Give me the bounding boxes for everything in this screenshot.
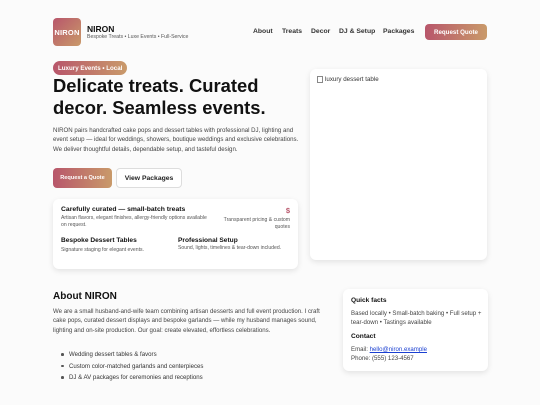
list-item: DJ & AV packages for ceremonies and rece… [61,374,203,386]
hero-image: luxury dessert table [310,69,487,260]
card-subtitle: Artisan flavors, elegant finishes, aller… [61,215,207,228]
about-text: We are a small husband-and-wife team com… [53,308,320,334]
price-symbol: $ [285,206,290,215]
about-list: Wedding dessert tables & favors Custom c… [61,351,203,386]
highlights-card: Carefully curated — small-batch treats A… [53,199,298,269]
about-title: About NIRON [53,291,117,302]
request-quote-button[interactable]: Request Quote [425,24,487,40]
request-a-quote-button[interactable]: Request a Quote [53,168,112,188]
nav-about[interactable]: About [253,28,273,35]
nav-treats[interactable]: Treats [282,28,302,35]
nav-dj-setup[interactable]: DJ & Setup [339,28,375,35]
price-note: Transparent pricing & custom quotes [223,217,290,230]
hero-badge: Luxury Events • Local [53,61,128,75]
email-link[interactable]: hello@niron.example [370,346,427,353]
image-alt-text: luxury dessert table [325,76,379,83]
phone-text: Phone: (555) 123-4567 [351,355,414,363]
feature-title-dessert-tables: Bespoke Dessert Tables [61,237,137,244]
hero-title: Delicate treats. Curated decor. Seamless… [53,75,266,118]
quick-facts-text: Based locally • Small-batch baking • Ful… [351,310,482,327]
broken-image-icon [317,76,323,83]
list-item: Custom color-matched garlands and center… [61,363,203,375]
list-item: Wedding dessert tables & favors [61,351,203,363]
brand-tagline: Bespoke Treats • Luxe Events • Full-Serv… [87,34,189,40]
nav-packages[interactable]: Packages [383,28,414,35]
brand-logo[interactable]: NIRON [53,18,81,46]
broken-image-placeholder: luxury dessert table [317,76,379,83]
view-packages-button[interactable]: View Packages [116,168,182,188]
contact-details: Email: hello@niron.example Phone: (555) … [351,345,483,364]
email-label: Email: [351,346,368,353]
hero-description: NIRON pairs handcrafted cake pops and de… [53,127,299,153]
feature-title-professional-setup: Professional Setup [178,237,238,244]
feature-desc-dessert-tables: Signature staging for elegant events. [61,247,144,253]
brand-name: NIRON [87,24,115,34]
quick-facts-card: Quick facts Based locally • Small-batch … [343,289,488,371]
quick-facts-title: Quick facts [351,297,387,304]
nav-decor[interactable]: Decor [311,28,330,35]
site-header: NIRON NIRON Bespoke Treats • Luxe Events… [0,0,540,63]
card-title: Carefully curated — small-batch treats [61,206,186,213]
feature-desc-professional-setup: Sound, lights, timelines & tear-down inc… [178,245,282,251]
contact-title: Contact [351,333,376,340]
